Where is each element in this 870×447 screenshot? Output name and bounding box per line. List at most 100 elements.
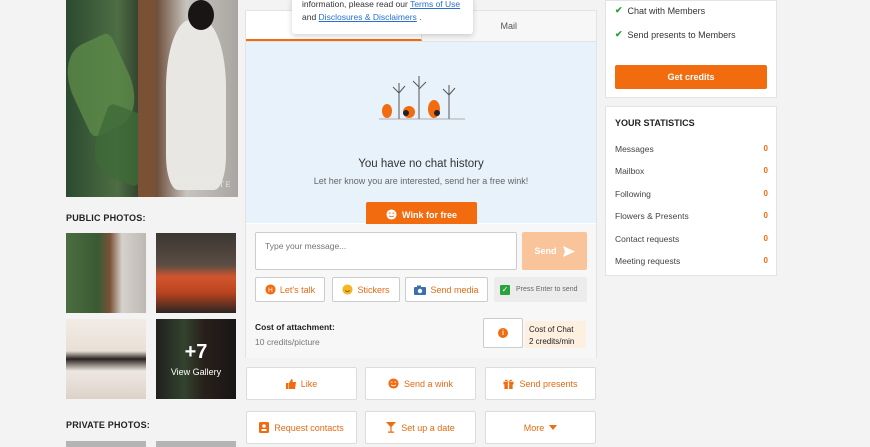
view-gallery-thumb[interactable]: +7 View Gallery	[156, 319, 236, 399]
terms-of-use-link[interactable]: Terms of Use	[410, 0, 460, 9]
more-button[interactable]: More	[485, 411, 596, 444]
popup-text-line1: information, please read our	[302, 0, 411, 9]
statistics-card: YOUR STATISTICS Messages 0 Mailbox 0 Follo…	[605, 106, 777, 276]
chat-cost-title: Cost of Chat	[529, 325, 574, 334]
sticker-smiley-icon	[342, 284, 354, 295]
cost-of-attachment-title: Cost of attachment:	[255, 322, 335, 332]
stat-label: Mailbox	[615, 166, 645, 176]
send-arrow-icon	[562, 245, 575, 257]
request-contacts-button[interactable]: Request contacts	[246, 411, 357, 444]
private-photo-thumb[interactable]	[156, 441, 236, 447]
chat-cost-value: 2 credits/min	[529, 336, 575, 346]
send-wink-label: Send a wink	[403, 378, 454, 389]
stickers-label: Stickers	[357, 284, 390, 295]
chat-cost-info-button[interactable]: i	[483, 318, 523, 348]
photo-watermark: BRAVODATE	[172, 181, 232, 189]
wink-smiley-icon	[386, 209, 397, 220]
cocktail-glass-icon	[386, 422, 397, 433]
svg-text:H: H	[268, 287, 273, 294]
feature-presents-label: Send presents to Members	[627, 29, 736, 40]
gallery-overlay: +7 View Gallery	[156, 319, 236, 399]
feature-chat-label: Chat with Members	[627, 5, 706, 16]
stat-row-contact-requests[interactable]: Contact requests 0	[615, 234, 768, 244]
stat-value: 0	[763, 256, 768, 265]
empty-chat-title: You have no chat history	[358, 158, 484, 170]
like-button[interactable]: Like	[246, 367, 357, 400]
send-presents-button[interactable]: Send presents	[485, 367, 596, 400]
gift-icon	[503, 379, 515, 389]
checkmark-icon: ✔	[615, 5, 623, 15]
stickers-button[interactable]: Stickers	[332, 277, 400, 302]
popup-text-line2: and	[302, 11, 319, 22]
stat-value: 0	[763, 234, 768, 243]
like-label: Like	[300, 378, 318, 389]
stat-row-meeting-requests[interactable]: Meeting requests 0	[615, 256, 768, 266]
public-photos-title: PUBLIC PHOTOS:	[66, 213, 146, 223]
compose-area: Send H Let's talk Stickers Send media	[246, 224, 596, 358]
set-up-date-button[interactable]: Set up a date	[365, 411, 476, 444]
send-button[interactable]: Send	[522, 232, 587, 270]
stat-row-flowers-presents[interactable]: Flowers & Presents 0	[615, 211, 768, 221]
public-photo-thumb[interactable]	[66, 319, 146, 399]
wink-smiley-icon	[388, 378, 399, 389]
send-wink-button[interactable]: Send a wink	[365, 367, 476, 400]
more-photos-count: +7	[184, 341, 208, 363]
statistics-title: YOUR STATISTICS	[615, 118, 695, 128]
private-photo-thumb[interactable]	[66, 441, 146, 447]
chevron-down-icon	[549, 425, 558, 430]
stat-value: 0	[763, 166, 768, 175]
stat-row-following[interactable]: Following 0	[615, 189, 768, 199]
stat-value: 0	[763, 189, 768, 198]
main-profile-photo[interactable]: BRAVODATE	[66, 0, 238, 197]
send-label: Send	[534, 246, 557, 256]
more-label: More	[523, 422, 545, 433]
get-credits-button[interactable]: Get credits	[615, 65, 767, 89]
feature-chat: ✔ Chat with Members	[615, 5, 705, 16]
set-up-date-label: Set up a date	[401, 422, 455, 433]
send-media-label: Send media	[430, 284, 479, 295]
contact-card-icon	[259, 422, 270, 433]
stat-row-messages[interactable]: Messages 0	[615, 144, 768, 154]
checkbox-checked-icon[interactable]: ✓	[500, 284, 510, 295]
press-enter-toggle[interactable]: ✓ Press Enter to send	[494, 277, 587, 302]
request-contacts-label: Request contacts	[274, 422, 344, 433]
info-icon: i	[498, 328, 508, 338]
stat-label: Flowers & Presents	[615, 211, 689, 221]
chat-panel: Mail You have no chat history Let her kn…	[245, 10, 597, 358]
message-input[interactable]	[255, 232, 517, 270]
public-photo-thumb[interactable]	[156, 233, 236, 313]
cost-of-attachment-value: 10 credits/picture	[255, 337, 320, 347]
chat-cost-box: Cost of Chat 2 credits/min	[525, 321, 586, 348]
photo-model-hair	[188, 0, 214, 30]
stat-row-mailbox[interactable]: Mailbox 0	[615, 166, 768, 176]
wink-for-free-label: Wink for free	[402, 209, 457, 220]
private-photos-title: PRIVATE PHOTOS:	[66, 420, 151, 430]
thumbs-up-icon	[285, 378, 296, 389]
press-enter-label: Press Enter to send	[516, 286, 578, 293]
lets-talk-button[interactable]: H Let's talk	[255, 277, 325, 302]
view-gallery-label: View Gallery	[170, 367, 222, 377]
checkmark-icon: ✔	[615, 29, 623, 39]
stat-label: Contact requests	[615, 234, 680, 244]
public-photo-thumb[interactable]	[66, 233, 146, 313]
empty-chat-state: You have no chat history Let her know yo…	[246, 42, 596, 227]
photo-wood-panel	[138, 0, 156, 197]
stat-value: 0	[763, 144, 768, 153]
photo-model-figure	[166, 20, 226, 190]
stat-label: Meeting requests	[615, 256, 681, 266]
empty-chat-subtitle: Let her know you are interested, send he…	[313, 176, 529, 186]
send-media-button[interactable]: Send media	[405, 277, 488, 302]
stat-label: Following	[615, 189, 651, 199]
chat-bubble-icon: H	[265, 284, 276, 295]
popup-text-line2-end: .	[416, 11, 422, 22]
send-presents-label: Send presents	[519, 378, 578, 389]
camera-icon	[414, 285, 427, 295]
legal-info-popup: information, please read our Terms of Us…	[292, 0, 473, 34]
stat-value: 0	[763, 211, 768, 220]
stat-label: Messages	[615, 144, 654, 154]
disclosures-link[interactable]: Disclosures & Disclaimers	[319, 12, 417, 22]
empty-forest-illustration	[379, 76, 465, 120]
lets-talk-label: Let's talk	[279, 284, 316, 295]
membership-features-card: ✔ Chat with Members ✔ Send presents to M…	[605, 0, 777, 98]
feature-presents: ✔ Send presents to Members	[615, 29, 736, 40]
